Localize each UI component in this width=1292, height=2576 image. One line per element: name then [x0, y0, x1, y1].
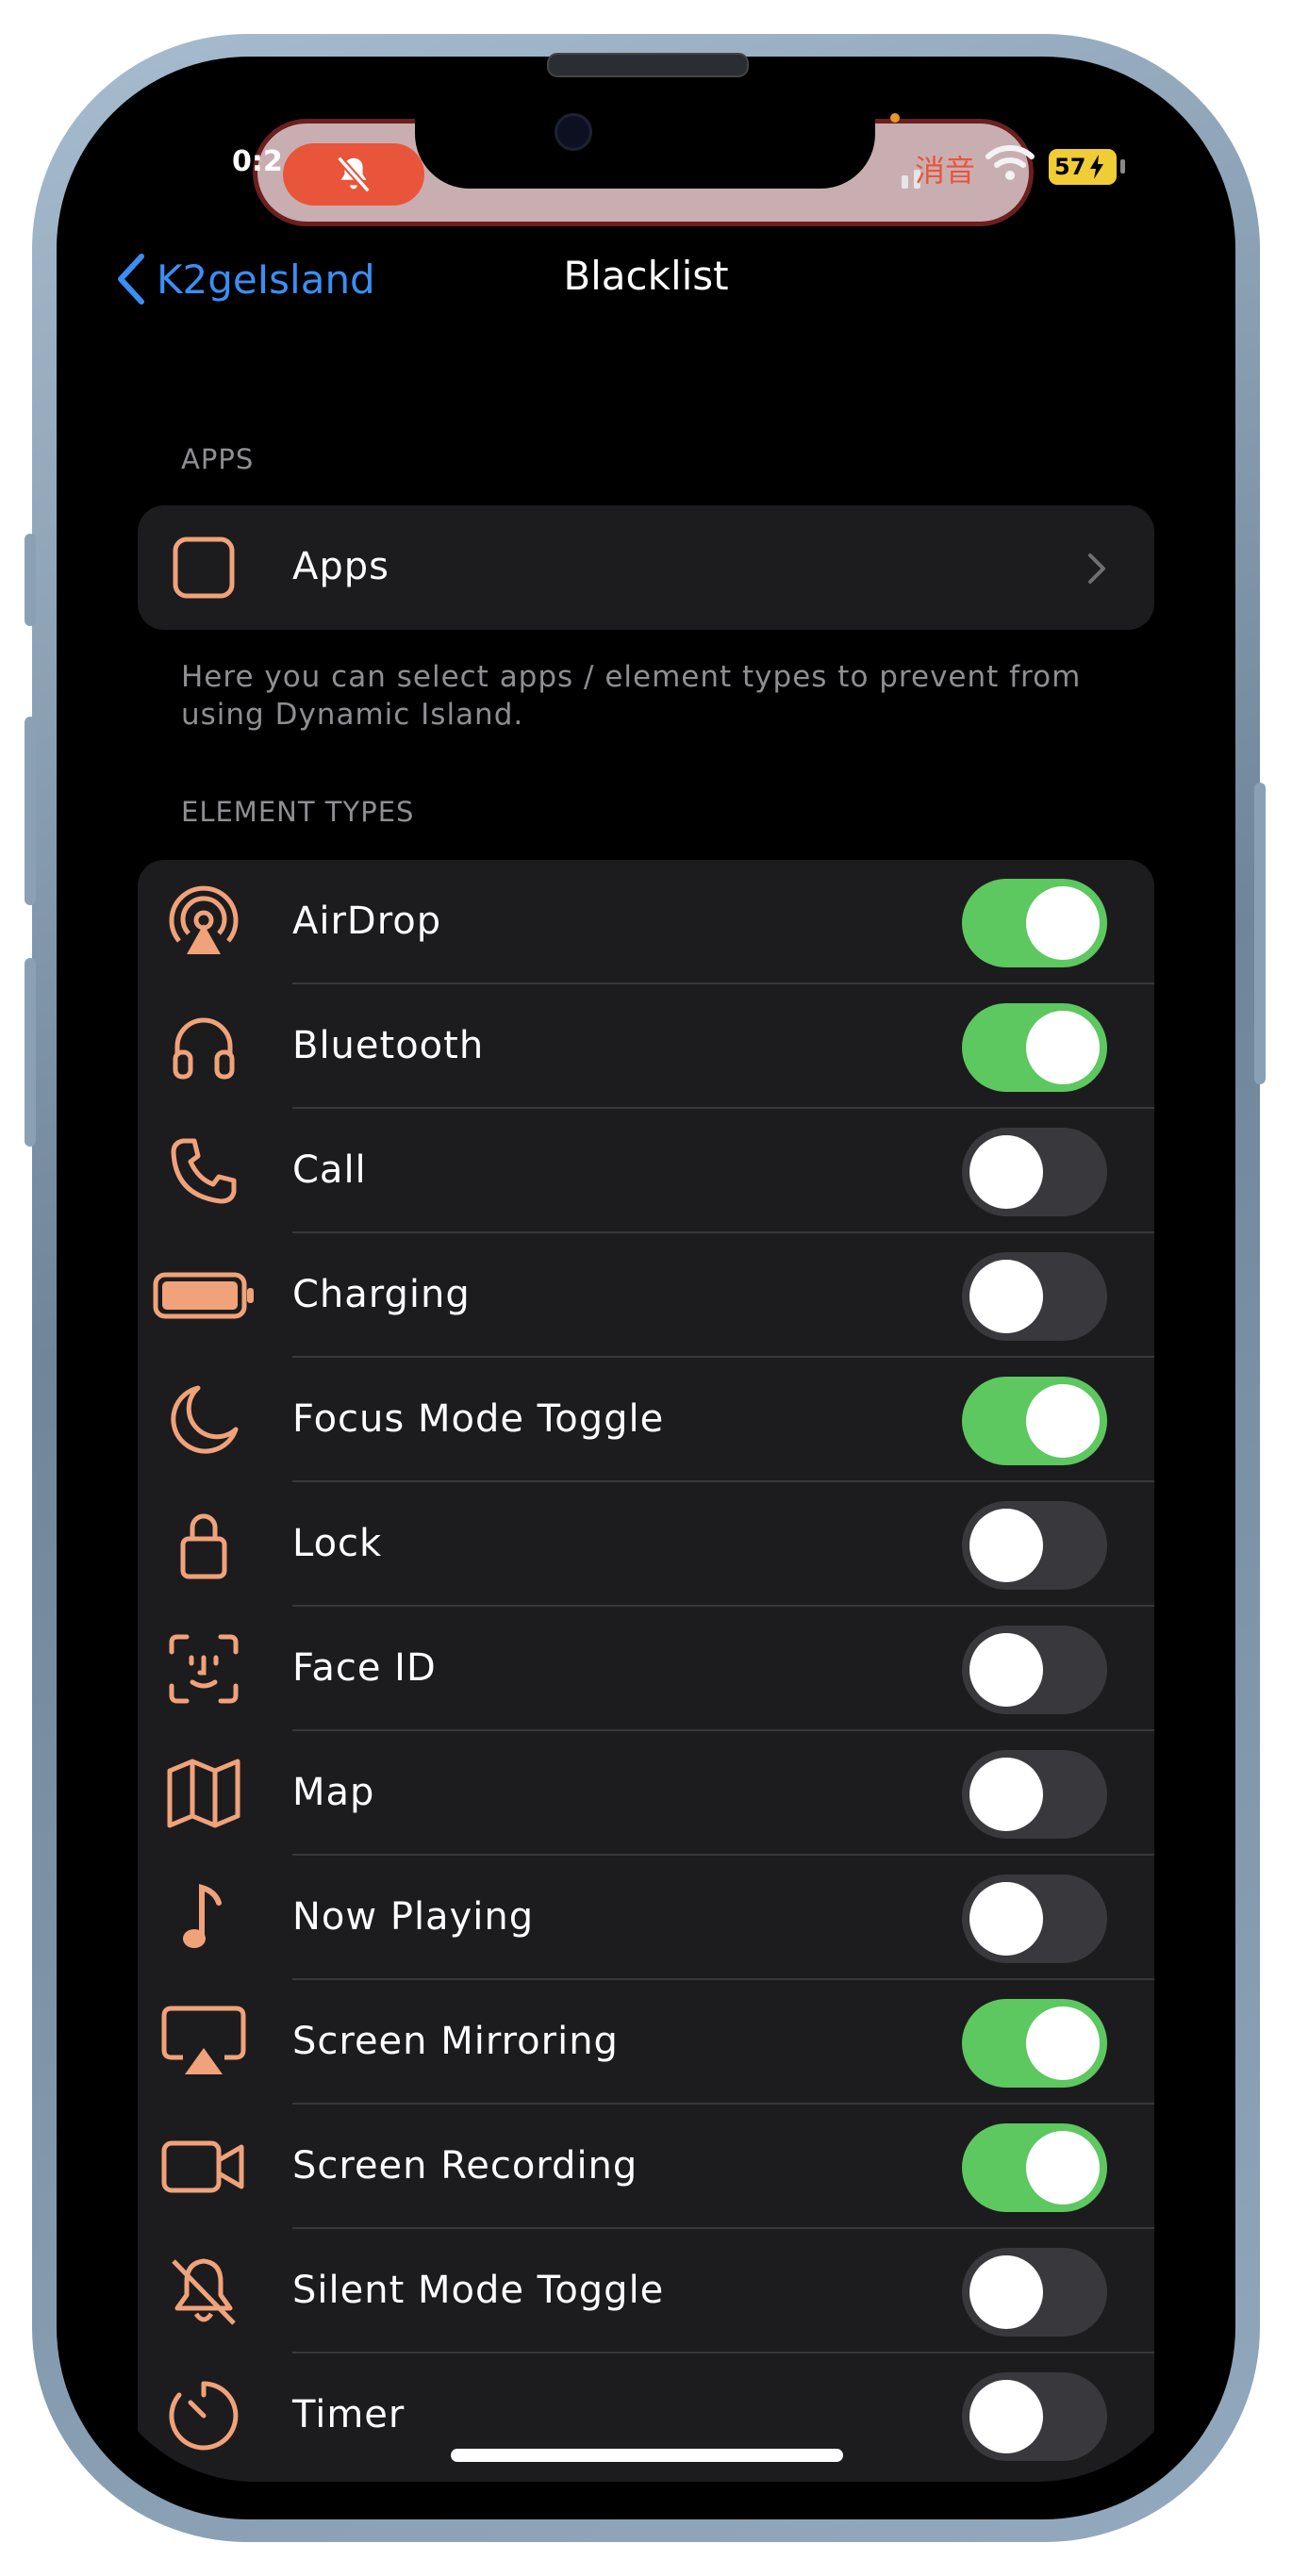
- element-types-group: AirDrop Bluetooth Call Charging Focus Mo…: [138, 860, 1154, 2482]
- dynamic-island: [415, 94, 875, 189]
- element-row-focus-mode: Focus Mode Toggle: [138, 1358, 1154, 1482]
- screen: 0:2 消音 57 Blacklist K2geIsland APPS Apps…: [94, 94, 1198, 2482]
- music-note-icon: [166, 1880, 241, 1956]
- element-row-lock: Lock: [138, 1482, 1154, 1607]
- lock-toggle[interactable]: [962, 1501, 1107, 1590]
- silent-mode-indicator: [283, 143, 424, 206]
- battery-cap: [1120, 159, 1125, 173]
- element-row-now-playing: Now Playing: [138, 1856, 1154, 1980]
- airdrop-toggle[interactable]: [962, 879, 1107, 967]
- element-label: Lock: [292, 1522, 383, 1565]
- front-camera: [555, 113, 592, 151]
- screen-recording-toggle[interactable]: [962, 2123, 1107, 2212]
- home-indicator[interactable]: [451, 2449, 843, 2462]
- element-row-bluetooth: Bluetooth: [138, 984, 1154, 1109]
- wifi-icon: [986, 145, 1035, 180]
- map-toggle[interactable]: [962, 1750, 1107, 1839]
- battery-icon: [153, 1258, 257, 1333]
- element-row-call: Call: [138, 1109, 1154, 1233]
- airdrop-icon: [166, 884, 241, 960]
- lock-icon: [166, 1507, 241, 1582]
- phone-icon: [166, 1133, 241, 1209]
- chevron-right-icon: [1088, 553, 1105, 584]
- bell-slash-icon: [166, 2254, 241, 2329]
- element-label: AirDrop: [292, 900, 442, 943]
- element-label: Map: [292, 1771, 375, 1814]
- face-id-toggle[interactable]: [962, 1626, 1107, 1714]
- element-label: Silent Mode Toggle: [292, 2269, 665, 2312]
- back-button[interactable]: K2geIsland: [115, 253, 375, 305]
- moon-icon: [166, 1382, 241, 1458]
- earpiece-speaker: [547, 53, 749, 77]
- element-row-charging: Charging: [138, 1233, 1154, 1358]
- carrier-label: 消音: [915, 153, 976, 189]
- element-row-airdrop: AirDrop: [138, 860, 1154, 984]
- app-square-icon: [166, 530, 241, 605]
- apps-section-header: APPS: [181, 443, 255, 475]
- silent-mode-toggle[interactable]: [962, 2248, 1107, 2337]
- timer-toggle[interactable]: [962, 2372, 1107, 2461]
- apps-group: Apps: [138, 505, 1154, 630]
- battery-level: 57: [1054, 154, 1086, 180]
- element-label: Screen Mirroring: [292, 2020, 619, 2063]
- element-label: Charging: [292, 1273, 471, 1316]
- airplay-icon: [160, 2005, 247, 2080]
- volume-down-button: [25, 958, 36, 1147]
- privacy-indicator-dot: [890, 113, 900, 123]
- bell-slash-icon: [336, 156, 372, 193]
- element-label: Screen Recording: [292, 2144, 638, 2188]
- screen-mirroring-toggle[interactable]: [962, 1999, 1107, 2088]
- element-label: Call: [292, 1148, 367, 1192]
- element-row-map: Map: [138, 1731, 1154, 1856]
- action-button: [25, 534, 36, 626]
- element-row-face-id: Face ID: [138, 1607, 1154, 1731]
- now-playing-toggle[interactable]: [962, 1874, 1107, 1963]
- charging-toggle[interactable]: [962, 1252, 1107, 1341]
- element-row-screen-mirroring: Screen Mirroring: [138, 1980, 1154, 2105]
- focus-mode-toggle[interactable]: [962, 1377, 1107, 1465]
- element-row-silent-mode: Silent Mode Toggle: [138, 2229, 1154, 2353]
- apps-section-footer: Here you can select apps / element types…: [181, 660, 1082, 732]
- headphones-icon: [166, 1009, 241, 1084]
- back-button-label: K2geIsland: [157, 256, 375, 303]
- timer-icon: [166, 2378, 241, 2453]
- battery-indicator: 57: [1049, 149, 1117, 185]
- element-types-section-header: ELEMENT TYPES: [181, 796, 415, 828]
- video-camera-icon: [160, 2129, 247, 2204]
- element-label: Bluetooth: [292, 1024, 485, 1067]
- element-label: Now Playing: [292, 1895, 535, 1939]
- apps-row[interactable]: Apps: [138, 505, 1154, 630]
- element-label: Focus Mode Toggle: [292, 1397, 665, 1441]
- face-id-icon: [166, 1631, 241, 1707]
- apps-row-label: Apps: [292, 545, 389, 588]
- element-row-screen-recording: Screen Recording: [138, 2105, 1154, 2229]
- charging-bolt-icon: [1090, 155, 1104, 179]
- element-label: Face ID: [292, 1646, 437, 1690]
- map-icon: [166, 1756, 241, 1831]
- status-time: 0:2: [232, 145, 283, 178]
- element-label: Timer: [292, 2393, 406, 2436]
- side-button: [1254, 783, 1266, 1084]
- bluetooth-toggle[interactable]: [962, 1003, 1107, 1092]
- volume-up-button: [25, 717, 36, 905]
- call-toggle[interactable]: [962, 1128, 1107, 1216]
- chevron-left-icon: [118, 254, 144, 305]
